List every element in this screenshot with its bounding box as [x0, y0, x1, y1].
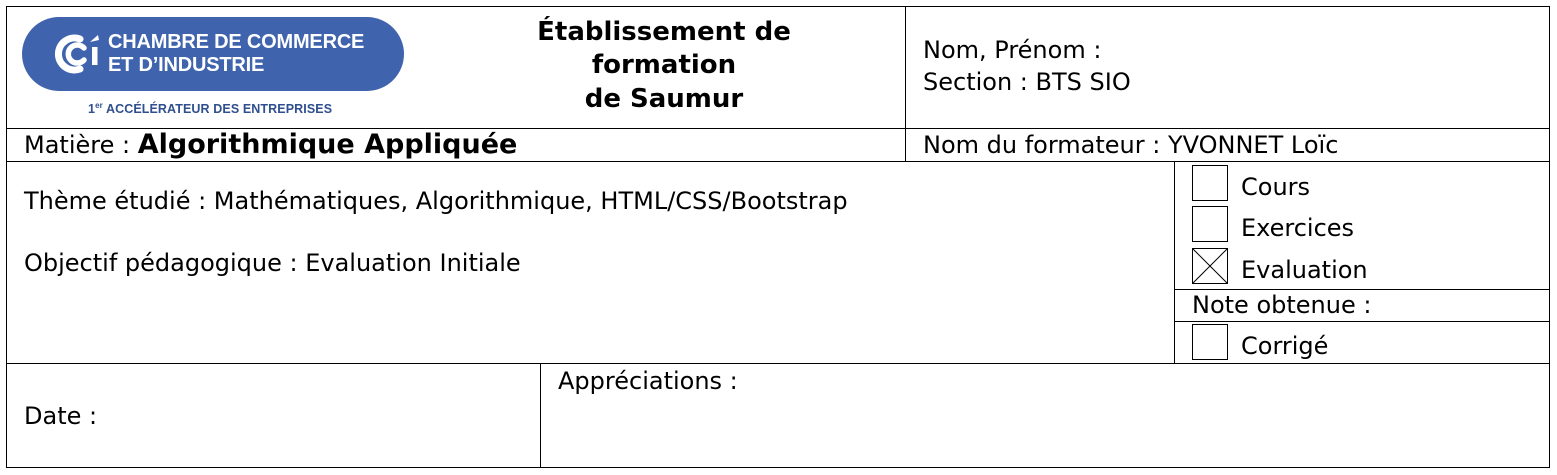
logo-text-line2: ET D’INDUSTRIE	[108, 54, 265, 76]
document-header-form: CHAMBRE DE COMMERCE ET D’INDUSTRIE 1er A…	[0, 0, 1557, 475]
table-border	[1174, 161, 1175, 364]
logo-tagline: 1er ACCÉLÉRATEUR DES ENTREPRISES	[88, 101, 333, 116]
date-label: Date :	[24, 402, 98, 430]
table-border	[540, 363, 541, 468]
cci-logo-mark-icon	[55, 34, 99, 74]
appreciations-label: Appréciations :	[558, 367, 738, 395]
checkbox-label-corrige: Corrigé	[1241, 332, 1329, 360]
institution-title-line1: Établissement de	[537, 17, 791, 47]
subject-value: Algorithmique Appliquée	[137, 129, 518, 160]
subject-label: Matière :	[24, 131, 131, 159]
section-label: Section : BTS SIO	[923, 68, 1131, 96]
trainer-name: Nom du formateur : YVONNET Loïc	[923, 131, 1339, 159]
checkbox-corrige[interactable]	[1192, 324, 1228, 360]
logo-text-line1: CHAMBRE DE COMMERCE	[108, 31, 365, 53]
grade-label: Note obtenue :	[1192, 291, 1372, 319]
table-border	[6, 467, 1550, 468]
table-border	[6, 6, 7, 468]
table-border	[6, 363, 1550, 364]
studied-theme: Thème étudié : Mathématiques, Algorithmi…	[24, 187, 848, 215]
table-border	[6, 161, 1550, 162]
institution-title-line3: de Saumur	[584, 84, 744, 114]
table-border	[905, 6, 906, 162]
table-border	[6, 6, 1550, 7]
check-cross-icon	[1193, 249, 1227, 283]
institution-title-line2: formation	[591, 50, 737, 80]
subject-row: Matière : Algorithmique Appliquée	[24, 130, 517, 160]
checkbox-exercices[interactable]	[1192, 206, 1228, 242]
name-label: Nom, Prénom :	[923, 36, 1102, 64]
table-border	[1549, 6, 1550, 468]
checkbox-label-evaluation: Evaluation	[1241, 256, 1368, 284]
checkbox-evaluation[interactable]	[1192, 248, 1228, 284]
checkbox-cours[interactable]	[1192, 165, 1228, 201]
cci-logo: CHAMBRE DE COMMERCE ET D’INDUSTRIE	[22, 17, 404, 91]
table-border	[1174, 321, 1550, 322]
checkbox-label-exercices: Exercices	[1241, 214, 1355, 242]
pedagogical-objective: Objectif pédagogique : Evaluation Initia…	[24, 249, 521, 277]
checkbox-label-cours: Cours	[1241, 173, 1311, 201]
